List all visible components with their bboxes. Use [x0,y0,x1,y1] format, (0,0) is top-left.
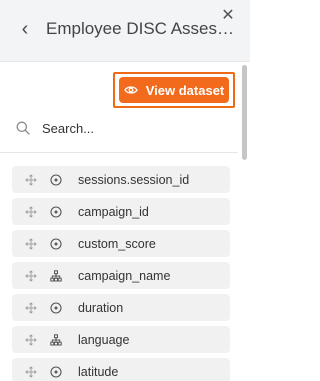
panel-header: ‹ Employee DISC Assessment Results ✕ [0,0,250,62]
page-title: Employee DISC Assessment Results [46,19,242,38]
field-label: duration [78,300,124,315]
close-icon[interactable]: ✕ [219,6,237,24]
measure-icon [50,205,62,218]
field-label: sessions.session_id [78,172,190,187]
search-row [16,116,232,140]
field-item[interactable]: campaign_id [12,198,230,225]
eye-icon [123,85,138,95]
field-item[interactable]: sessions.session_id [12,166,230,193]
field-label: custom_score [78,236,156,251]
hierarchy-icon [50,333,62,346]
field-label: campaign_id [78,204,149,219]
divider [0,152,238,153]
drag-handle-icon[interactable] [25,205,37,218]
field-item[interactable]: campaign_name [12,262,230,289]
field-item[interactable]: language [12,326,230,353]
hierarchy-icon [50,269,62,282]
field-label: language [78,332,130,347]
field-item[interactable]: duration [12,294,230,321]
measure-icon [50,365,62,378]
view-dataset-button[interactable]: View dataset [119,77,229,103]
drag-handle-icon[interactable] [25,269,37,282]
scrollbar-thumb[interactable] [242,65,247,160]
field-list: sessions.session_id campaign_id custom_sco… [12,166,230,381]
field-item[interactable]: custom_score [12,230,230,257]
measure-icon [50,237,62,250]
view-dataset-label: View dataset [145,82,225,98]
drag-handle-icon[interactable] [25,333,37,346]
search-input[interactable] [42,120,222,136]
drag-handle-icon[interactable] [25,173,37,186]
drag-handle-icon[interactable] [25,365,37,378]
drag-handle-icon[interactable] [25,301,37,314]
field-label: campaign_name [78,268,171,283]
chevron-left-icon[interactable]: ‹ [14,16,36,42]
field-label: latitude [78,364,119,379]
measure-icon [50,301,62,314]
field-item[interactable]: latitude [12,358,230,381]
measure-icon [50,173,62,186]
drag-handle-icon[interactable] [25,237,37,250]
search-icon [16,121,30,135]
